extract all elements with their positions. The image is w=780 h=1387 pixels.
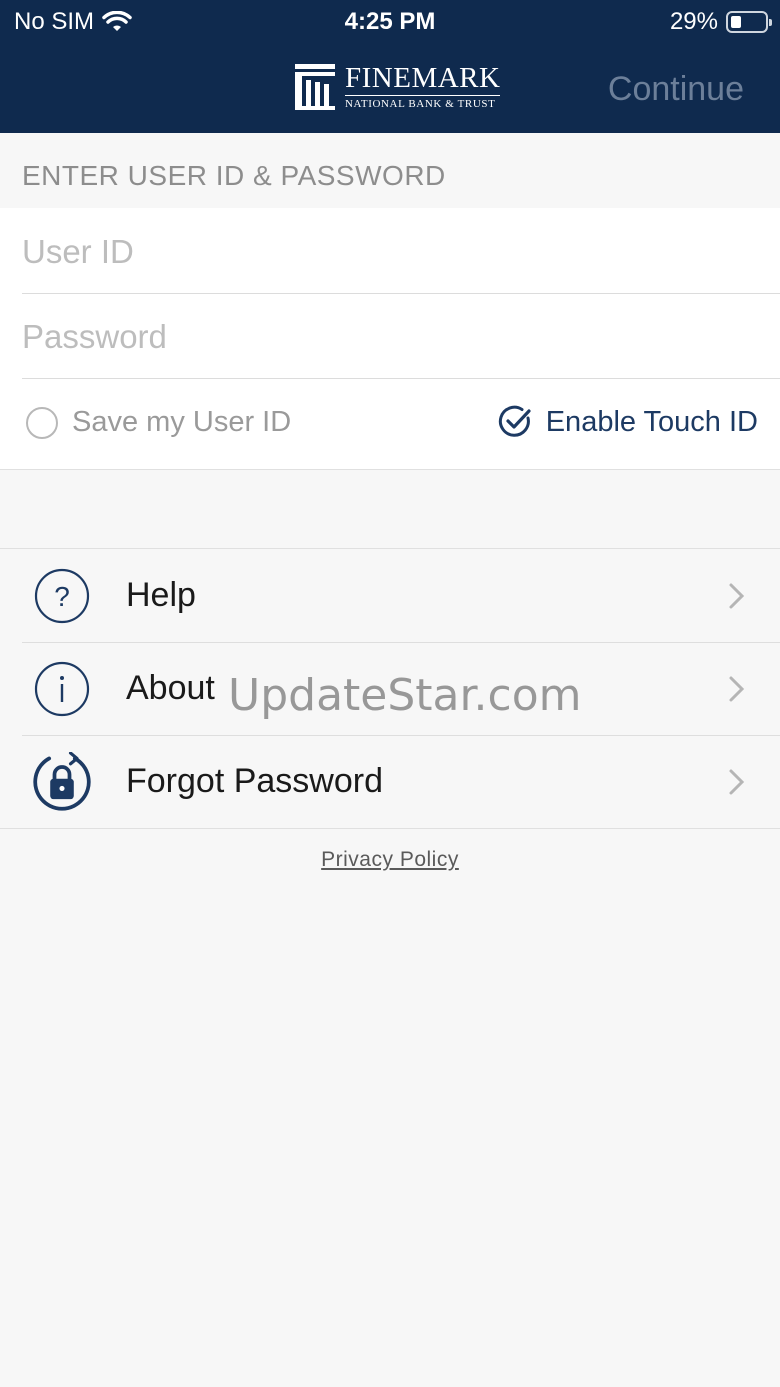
login-form: Save my User ID Enable Touch ID — [0, 208, 780, 470]
finemark-logo: FINEMARK NATIONAL BANK & TRUST — [295, 62, 501, 110]
section-title: ENTER USER ID & PASSWORD — [22, 160, 446, 191]
continue-button[interactable]: Continue — [608, 70, 744, 109]
bank-building-icon — [295, 64, 335, 110]
menu-label-about: About — [126, 669, 215, 707]
menu-label-help: Help — [126, 576, 196, 614]
info-circle-icon — [34, 661, 90, 717]
options-menu: ? Help About Forgot Password — [0, 548, 780, 829]
menu-item-forgot-password[interactable]: Forgot Password — [0, 735, 780, 828]
logo-name: FINEMARK — [345, 62, 501, 96]
enable-touch-id-label: Enable Touch ID — [545, 405, 758, 438]
user-id-input[interactable] — [22, 210, 780, 294]
clock: 4:25 PM — [344, 8, 436, 35]
save-user-id-label: Save my User ID — [72, 406, 292, 438]
save-user-id-toggle[interactable]: Save my User ID — [26, 406, 291, 439]
battery-level — [731, 16, 741, 28]
chevron-right-icon — [729, 769, 745, 794]
battery-status: 29% — [669, 8, 772, 36]
menu-item-help[interactable]: ? Help — [0, 549, 780, 642]
svg-text:?: ? — [54, 581, 70, 612]
app-header: No SIM 4:25 PM 29% FINEMARK NATIONAL BAN… — [0, 0, 780, 133]
logo-subtitle: NATIONAL BANK & TRUST — [345, 98, 496, 110]
question-circle-icon: ? — [34, 568, 90, 624]
lock-refresh-icon — [33, 752, 91, 811]
menu-label-forgot-password: Forgot Password — [126, 762, 383, 800]
chevron-right-icon — [729, 676, 745, 701]
chevron-right-icon — [729, 583, 745, 608]
password-input[interactable] — [22, 295, 780, 379]
privacy-policy-link[interactable]: Privacy Policy — [0, 848, 780, 872]
battery-percent: 29% — [669, 8, 718, 35]
battery-icon — [726, 11, 772, 33]
enable-touch-id-toggle[interactable]: Enable Touch ID — [498, 404, 758, 440]
check-circle-icon — [498, 405, 531, 437]
status-bar: No SIM 4:25 PM 29% — [0, 0, 780, 44]
radio-icon — [26, 406, 58, 439]
menu-item-about[interactable]: About — [0, 642, 780, 735]
